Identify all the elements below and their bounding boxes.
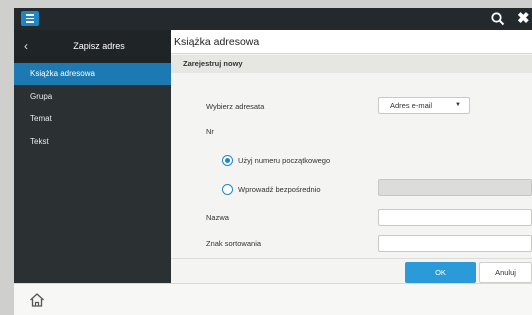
top-bar: ✖ (14, 8, 532, 30)
number-label: Nr (206, 127, 214, 136)
sort-key-input[interactable] (378, 235, 532, 252)
sidebar: ‹ Zapisz adres Książka adresowa Grupa Te… (14, 30, 171, 283)
radio-direct-input[interactable]: Wprowadź bezpośrednio (222, 182, 321, 196)
select-recipient-label: Wybierz adresata (206, 102, 265, 111)
dropdown-caret-icon: ▼ (455, 102, 461, 108)
bottom-bar (14, 283, 532, 315)
sidebar-header: ‹ Zapisz adres (14, 30, 171, 63)
radio-selected-icon[interactable] (222, 154, 233, 166)
radio-use-start-number[interactable]: Użyj numeru początkowego (222, 153, 330, 167)
sidebar-item-group[interactable]: Grupa (14, 86, 171, 108)
hamburger-menu-icon[interactable] (21, 11, 39, 26)
name-label: Nazwa (206, 213, 229, 222)
close-icon[interactable]: ✖ (517, 10, 532, 27)
ok-button[interactable]: OK (405, 262, 476, 283)
home-icon[interactable] (28, 291, 46, 309)
app-frame: ✖ ‹ Zapisz adres Książka adresowa Grupa … (14, 8, 532, 315)
sidebar-title: Zapisz adres (73, 41, 125, 51)
section-header: Zarejestruj nowy (171, 55, 532, 73)
sidebar-item-address-book[interactable]: Książka adresowa (14, 63, 171, 85)
direct-number-input (378, 179, 532, 196)
name-input[interactable] (378, 209, 532, 226)
radio-use-start-number-label: Użyj numeru początkowego (238, 155, 331, 165)
sort-key-label: Znak sortowania (206, 239, 262, 248)
cancel-button[interactable]: Anuluj (479, 262, 532, 283)
radio-unselected-icon[interactable] (222, 183, 233, 195)
main-panel: Książka adresowa Zarejestruj nowy Wybier… (171, 30, 532, 284)
back-arrow-icon[interactable]: ‹ (18, 37, 34, 55)
sidebar-item-subject[interactable]: Temat (14, 108, 171, 130)
action-bar (171, 258, 532, 284)
recipient-type-select[interactable]: Adres e-mail ▼ (378, 97, 470, 114)
search-icon[interactable] (490, 11, 506, 27)
sidebar-item-text[interactable]: Tekst (14, 131, 171, 153)
page-title: Książka adresowa (171, 30, 532, 54)
recipient-type-value: Adres e-mail (390, 101, 433, 110)
radio-direct-input-label: Wprowadź bezpośrednio (238, 184, 321, 194)
